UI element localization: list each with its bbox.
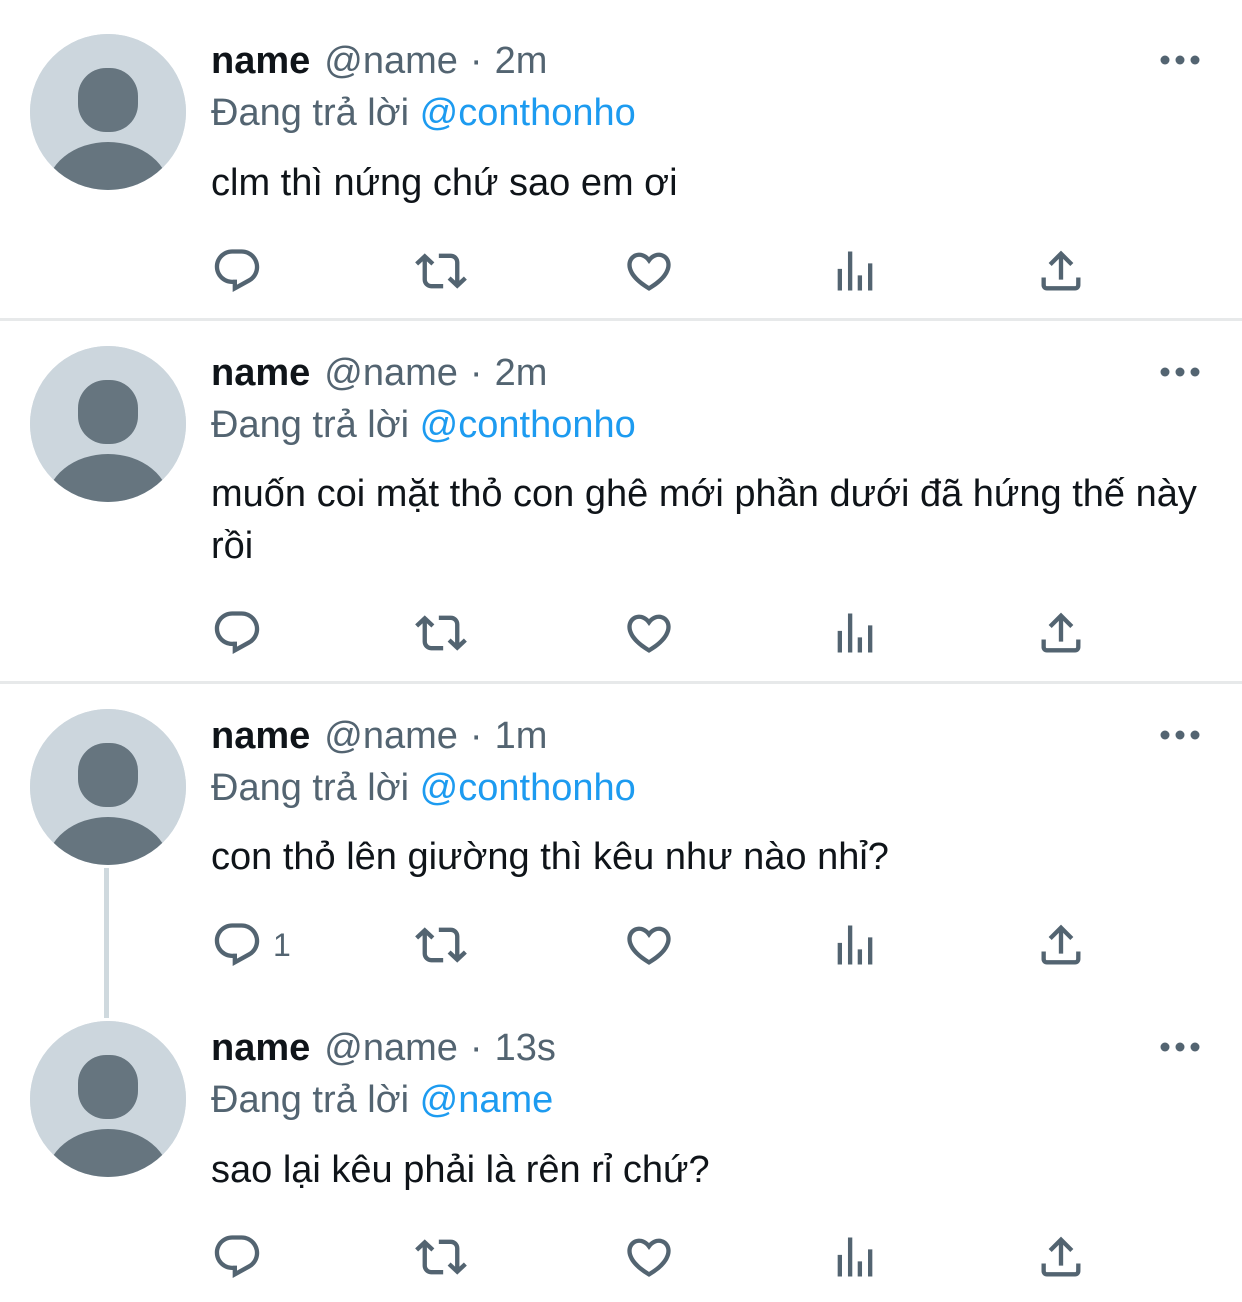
more-icon — [1160, 1042, 1200, 1052]
like-button[interactable] — [623, 920, 675, 970]
replying-to-mention[interactable]: @conthonho — [420, 92, 636, 134]
reply-button[interactable] — [211, 246, 273, 296]
replying-to: Đang trả lời @name — [211, 1075, 553, 1125]
more-icon — [1160, 55, 1200, 65]
share-button[interactable] — [1035, 1232, 1087, 1282]
views-button[interactable] — [829, 920, 881, 970]
tweet-header: name @name · 13s — [211, 1023, 556, 1073]
display-name[interactable]: name — [211, 348, 310, 398]
more-options-button[interactable] — [1158, 362, 1202, 382]
default-avatar-icon — [30, 709, 186, 865]
timestamp[interactable]: 1m — [495, 711, 548, 761]
reply-count: 1 — [273, 927, 291, 963]
retweet-button[interactable] — [415, 1232, 467, 1282]
like-icon — [623, 919, 675, 971]
retweet-icon — [415, 919, 467, 971]
timestamp[interactable]: 2m — [495, 348, 548, 398]
share-icon — [1035, 607, 1087, 659]
replying-to-label: Đang trả lời — [211, 767, 410, 809]
views-icon — [829, 607, 881, 659]
replying-to: Đang trả lời @conthonho — [211, 88, 636, 138]
avatar[interactable] — [30, 1021, 186, 1177]
user-handle[interactable]: @name — [324, 1023, 458, 1073]
timestamp[interactable]: 13s — [495, 1023, 556, 1073]
replying-to: Đang trả lời @conthonho — [211, 400, 636, 450]
tweet[interactable]: name @name · 13s Đang trả lời @name sao … — [0, 996, 1242, 1302]
share-button[interactable] — [1035, 608, 1087, 658]
retweet-button[interactable] — [415, 920, 467, 970]
tweet[interactable]: name @name · 2m Đang trả lời @conthonho … — [0, 321, 1242, 681]
avatar[interactable] — [30, 34, 186, 190]
replying-to-label: Đang trả lời — [211, 92, 410, 134]
more-options-button[interactable] — [1158, 50, 1202, 70]
reply-icon — [211, 245, 263, 297]
tweet[interactable]: name @name · 2m Đang trả lời @conthonho … — [0, 0, 1242, 318]
user-handle[interactable]: @name — [324, 36, 458, 86]
share-icon — [1035, 1231, 1087, 1283]
separator-dot: · — [469, 352, 483, 394]
tweet-text: muốn coi mặt thỏ con ghê mới phần dưới đ… — [211, 473, 1197, 567]
tweet[interactable]: name @name · 1m Đang trả lời @conthonho … — [0, 684, 1242, 999]
more-icon — [1160, 367, 1200, 377]
reply-button[interactable] — [211, 1232, 273, 1282]
tweet-header: name @name · 2m — [211, 36, 547, 86]
tweet-header: name @name · 1m — [211, 711, 547, 761]
replying-to-label: Đang trả lời — [211, 404, 410, 446]
retweet-icon — [415, 245, 467, 297]
separator-dot: · — [469, 715, 483, 757]
avatar[interactable] — [30, 709, 186, 865]
replying-to-mention[interactable]: @conthonho — [420, 767, 636, 809]
like-icon — [623, 245, 675, 297]
tweet-text: sao lại kêu phải là rên rỉ chứ? — [211, 1149, 710, 1191]
reply-button[interactable]: 1 — [211, 920, 291, 970]
more-options-button[interactable] — [1158, 1037, 1202, 1057]
display-name[interactable]: name — [211, 711, 310, 761]
retweet-icon — [415, 607, 467, 659]
replying-to-mention[interactable]: @conthonho — [420, 404, 636, 446]
reply-icon — [211, 1231, 263, 1283]
like-icon — [623, 1231, 675, 1283]
like-icon — [623, 607, 675, 659]
views-icon — [829, 919, 881, 971]
retweet-button[interactable] — [415, 608, 467, 658]
reply-button[interactable] — [211, 608, 273, 658]
tweet-header: name @name · 2m — [211, 348, 547, 398]
reply-icon — [211, 919, 263, 971]
like-button[interactable] — [623, 608, 675, 658]
views-button[interactable] — [829, 1232, 881, 1282]
default-avatar-icon — [30, 34, 186, 190]
retweet-icon — [415, 1231, 467, 1283]
default-avatar-icon — [30, 346, 186, 502]
views-icon — [829, 245, 881, 297]
avatar[interactable] — [30, 346, 186, 502]
like-button[interactable] — [623, 246, 675, 296]
share-button[interactable] — [1035, 920, 1087, 970]
share-icon — [1035, 245, 1087, 297]
separator-dot: · — [469, 40, 483, 82]
replying-to-label: Đang trả lời — [211, 1079, 410, 1121]
share-button[interactable] — [1035, 246, 1087, 296]
more-icon — [1160, 730, 1200, 740]
separator-dot: · — [469, 1027, 483, 1069]
timestamp[interactable]: 2m — [495, 36, 548, 86]
default-avatar-icon — [30, 1021, 186, 1177]
views-button[interactable] — [829, 608, 881, 658]
views-icon — [829, 1231, 881, 1283]
user-handle[interactable]: @name — [324, 348, 458, 398]
replying-to: Đang trả lời @conthonho — [211, 763, 636, 813]
share-icon — [1035, 919, 1087, 971]
more-options-button[interactable] — [1158, 725, 1202, 745]
display-name[interactable]: name — [211, 36, 310, 86]
tweet-text: con thỏ lên giường thì kêu như nào nhỉ? — [211, 836, 889, 878]
user-handle[interactable]: @name — [324, 711, 458, 761]
reply-icon — [211, 607, 263, 659]
like-button[interactable] — [623, 1232, 675, 1282]
display-name[interactable]: name — [211, 1023, 310, 1073]
views-button[interactable] — [829, 246, 881, 296]
replying-to-mention[interactable]: @name — [420, 1079, 554, 1121]
tweet-text: clm thì nứng chứ sao em ơi — [211, 162, 678, 204]
retweet-button[interactable] — [415, 246, 467, 296]
